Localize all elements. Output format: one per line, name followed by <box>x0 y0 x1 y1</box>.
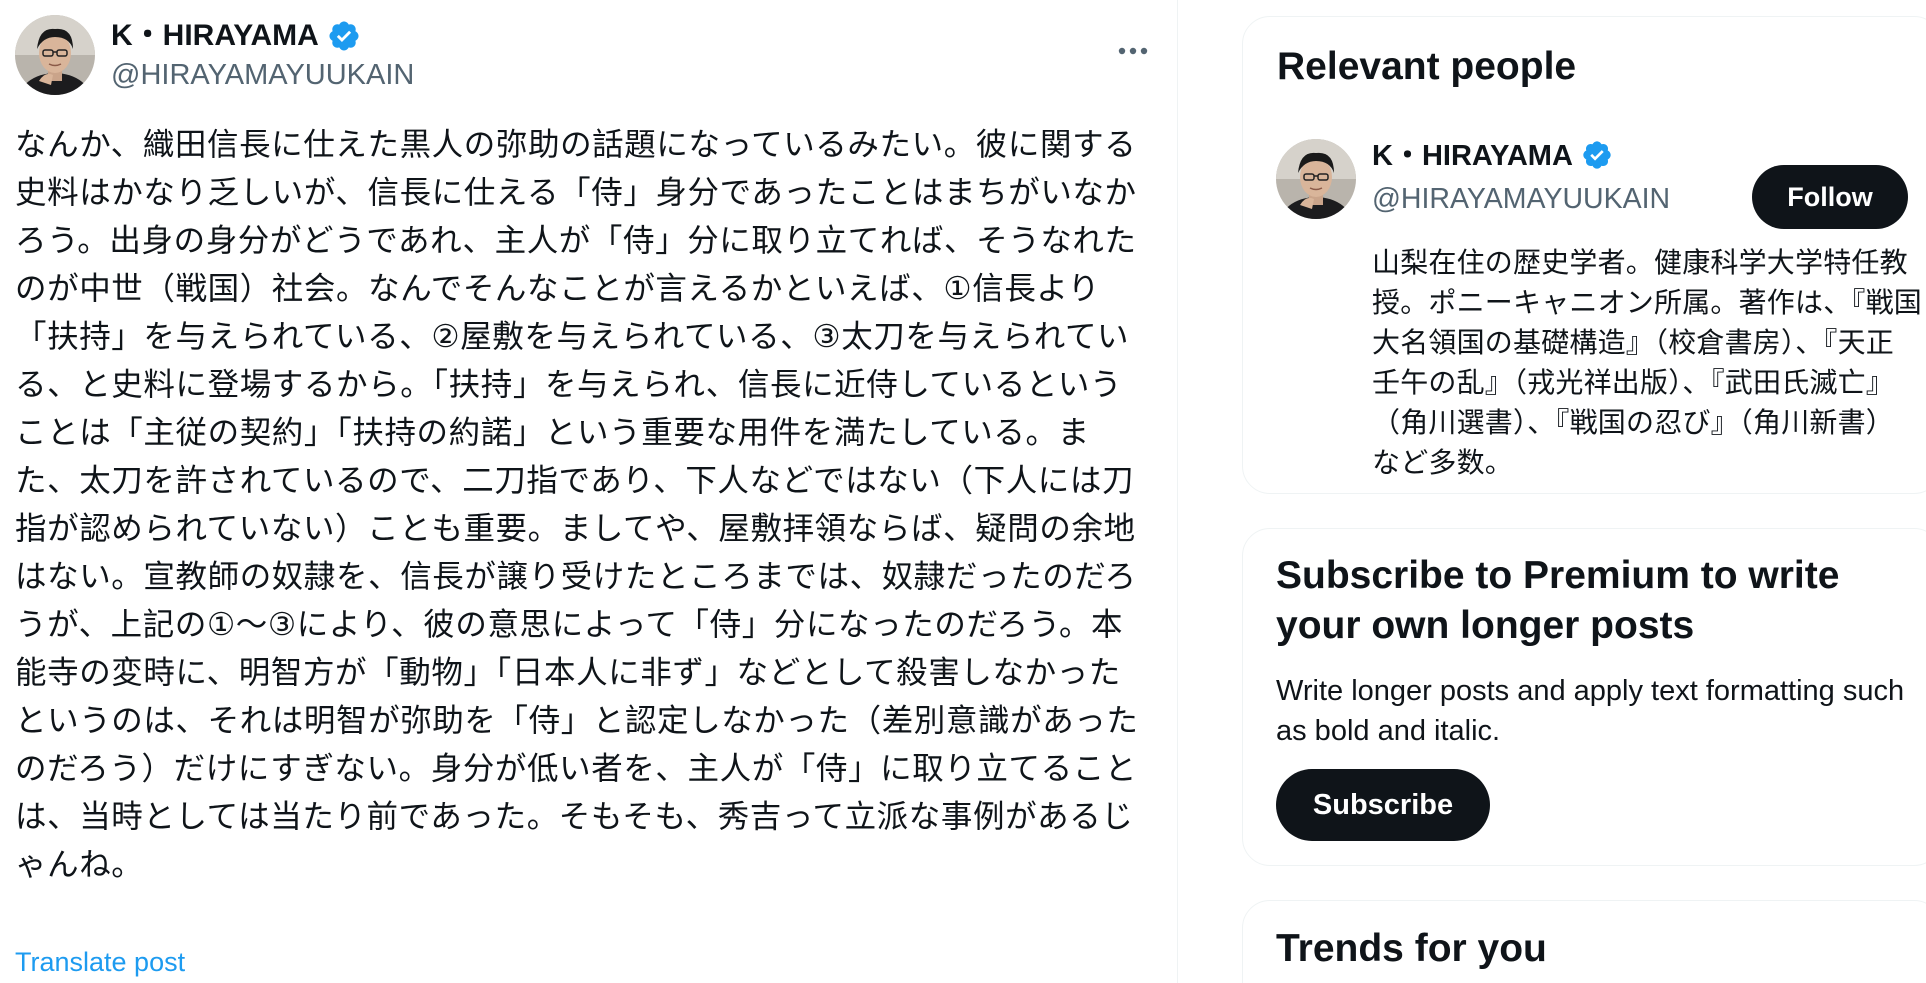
relevant-people-title: Relevant people <box>1277 45 1577 88</box>
person-avatar[interactable] <box>1276 139 1356 219</box>
author-avatar[interactable] <box>15 15 95 95</box>
person-handle[interactable]: @HIRAYAMAYUUKAIN <box>1372 181 1670 217</box>
person-name-row: K・HIRAYAMA <box>1372 137 1615 175</box>
author-display-name[interactable]: K・HIRAYAMA <box>111 17 319 55</box>
more-horizontal-icon[interactable] <box>1113 31 1153 71</box>
post-header: K・HIRAYAMA @HIRAYAMAYUUKAIN <box>15 15 1155 95</box>
trends-title: Trends for you <box>1276 927 1547 970</box>
premium-title: Subscribe to Premium to write your own l… <box>1276 554 1840 647</box>
author-handle[interactable]: @HIRAYAMAYUUKAIN <box>111 57 414 93</box>
post-text: なんか、織田信長に仕えた黒人の弥助の話題になっているみたい。彼に関する史料はかな… <box>15 127 1139 883</box>
relevant-people-card: Relevant people K・HIRAYAMA @HIRAYAMAYUUK… <box>1242 16 1926 494</box>
premium-card: Subscribe to Premium to write your own l… <box>1242 528 1926 866</box>
author-name-row: K・HIRAYAMA <box>111 17 361 55</box>
avatar-photo-icon <box>15 15 95 95</box>
trends-card: Trends for you <box>1242 900 1926 983</box>
premium-description: Write longer posts and apply text format… <box>1276 675 1905 747</box>
follow-button[interactable]: Follow <box>1752 165 1908 229</box>
person-display-name[interactable]: K・HIRAYAMA <box>1372 137 1573 175</box>
sidebar: Relevant people K・HIRAYAMA @HIRAYAMAYUUK… <box>1242 0 1926 983</box>
verified-badge-icon <box>327 19 361 53</box>
subscribe-button[interactable]: Subscribe <box>1276 769 1490 841</box>
person-bio: 山梨在住の歴史学者。健康科学大学特任教授。ポニーキャニオン所属。著作は、『戦国大… <box>1372 246 1923 479</box>
page: K・HIRAYAMA @HIRAYAMAYUUKAIN なんか、織田信長に仕えた… <box>0 0 1926 983</box>
verified-badge-icon <box>1581 139 1615 173</box>
post-column: K・HIRAYAMA @HIRAYAMAYUUKAIN なんか、織田信長に仕えた… <box>0 0 1178 983</box>
avatar-photo-icon <box>1276 139 1356 219</box>
translate-post-link[interactable]: Translate post <box>15 944 185 980</box>
